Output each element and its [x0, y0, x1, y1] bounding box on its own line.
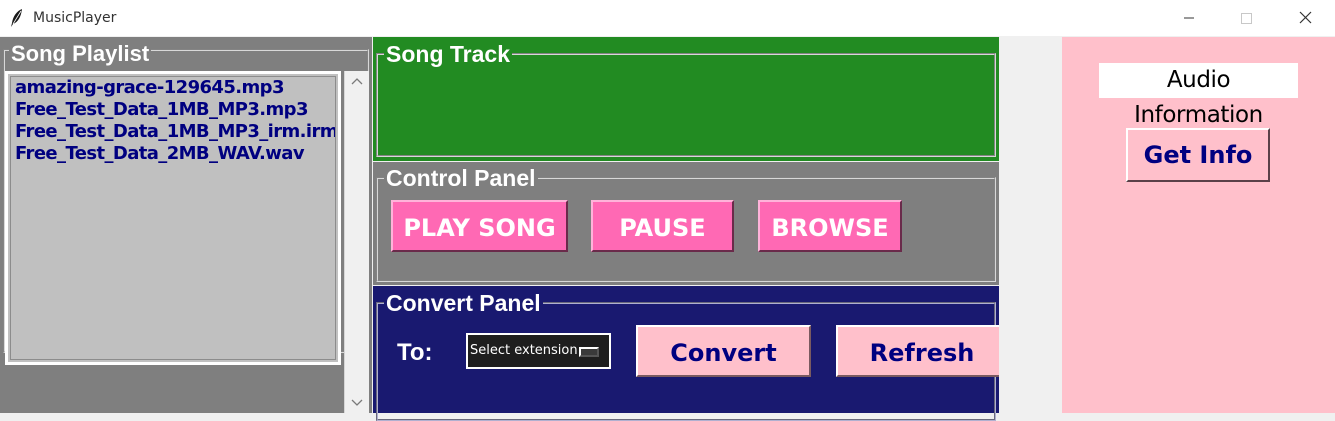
control-panel: Control Panel PLAY SONG PAUSE BROWSE [373, 162, 999, 285]
play-song-button[interactable]: PLAY SONG [391, 200, 568, 252]
playlist-frame: Song Playlist amazing-grace-129645.mp3 F… [0, 37, 372, 413]
option-menu-indicator-icon [579, 347, 599, 357]
browse-button[interactable]: BROWSE [758, 200, 902, 252]
maximize-button[interactable] [1223, 0, 1269, 36]
playlist-item[interactable]: Free_Test_Data_2MB_WAV.wav [11, 143, 335, 165]
window-background [999, 286, 1062, 413]
playlist-listbox[interactable]: amazing-grace-129645.mp3 Free_Test_Data_… [5, 71, 341, 365]
convert-to-label: To: [397, 339, 433, 366]
audio-info-panel: Audio Information Get Info [1062, 37, 1335, 413]
scroll-up-icon[interactable] [345, 71, 369, 91]
extension-select[interactable]: Select extension [466, 333, 611, 369]
song-track-frame: Song Track [373, 37, 999, 161]
refresh-button[interactable]: Refresh [836, 325, 1008, 377]
extension-select-value: Select extension [470, 343, 578, 358]
convert-button[interactable]: Convert [636, 325, 811, 377]
convert-panel: Convert Panel To: Select extension Conve… [373, 286, 1008, 421]
pause-button[interactable]: PAUSE [591, 200, 734, 252]
maximize-icon [1241, 13, 1252, 24]
close-icon [1299, 11, 1312, 24]
playlist-scrollbar[interactable] [344, 71, 369, 413]
song-track-legend: Song Track [384, 41, 512, 67]
window-title: MusicPlayer [33, 10, 117, 26]
minimize-button[interactable] [1166, 0, 1212, 36]
playlist-legend: Song Playlist [9, 41, 152, 67]
close-button[interactable] [1282, 0, 1328, 36]
feather-icon [11, 9, 22, 27]
playlist-item[interactable]: amazing-grace-129645.mp3 [11, 77, 335, 99]
song-track-border [376, 53, 996, 157]
control-panel-legend: Control Panel [384, 165, 538, 191]
playlist-item[interactable]: Free_Test_Data_1MB_MP3.mp3 [11, 99, 335, 121]
audio-info-title: Audio Information [1099, 63, 1298, 128]
get-info-button[interactable]: Get Info [1126, 128, 1270, 182]
playlist-list: amazing-grace-129645.mp3 Free_Test_Data_… [10, 76, 336, 360]
playlist-item[interactable]: Free_Test_Data_1MB_MP3_irm.irm [11, 121, 335, 143]
scroll-down-icon[interactable] [345, 393, 369, 413]
convert-panel-legend: Convert Panel [384, 290, 543, 316]
minimize-icon [1184, 17, 1194, 19]
window-titlebar: MusicPlayer [0, 0, 1335, 36]
